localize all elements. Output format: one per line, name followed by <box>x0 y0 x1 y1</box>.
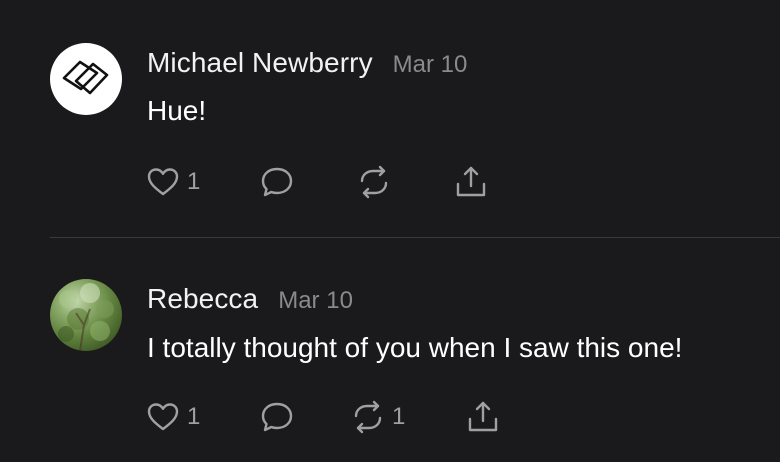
comment-icon <box>261 402 293 432</box>
share-icon <box>468 401 498 432</box>
restack-button[interactable]: 1 <box>350 399 405 435</box>
reply-button[interactable] <box>259 399 295 435</box>
restack-count: 1 <box>392 403 406 430</box>
restack-icon <box>360 165 388 199</box>
reply-button[interactable] <box>259 164 295 200</box>
comment-header: Rebecca Mar 10 <box>147 283 353 315</box>
author-name[interactable]: Michael Newberry <box>147 47 373 79</box>
avatar[interactable] <box>50 43 122 115</box>
comment-header: Michael Newberry Mar 10 <box>147 47 467 79</box>
heart-icon <box>147 168 179 196</box>
tree-photo-icon <box>58 283 114 351</box>
logo-icon <box>62 60 109 95</box>
comment-text: I totally thought of you when I saw this… <box>147 332 683 363</box>
avatar[interactable] <box>50 279 122 351</box>
comment-item: Rebecca Mar 10 I totally thought of you … <box>0 238 780 462</box>
author-name[interactable]: Rebecca <box>147 283 258 315</box>
like-count: 1 <box>187 403 201 430</box>
share-icon <box>456 166 486 197</box>
like-button[interactable]: 1 <box>145 164 200 200</box>
restack-button[interactable] <box>356 164 398 200</box>
comment-icon <box>261 167 293 197</box>
comment-text: Hue! <box>147 95 207 126</box>
like-count: 1 <box>187 168 201 195</box>
share-button[interactable] <box>453 164 489 200</box>
comment-date[interactable]: Mar 10 <box>278 287 353 315</box>
comment-date[interactable]: Mar 10 <box>393 51 468 79</box>
heart-icon <box>147 403 179 431</box>
restack-icon <box>354 400 382 434</box>
comment-item: Michael Newberry Mar 10 Hue! 1 <box>0 0 780 237</box>
like-button[interactable]: 1 <box>145 399 200 435</box>
share-button[interactable] <box>465 399 501 435</box>
